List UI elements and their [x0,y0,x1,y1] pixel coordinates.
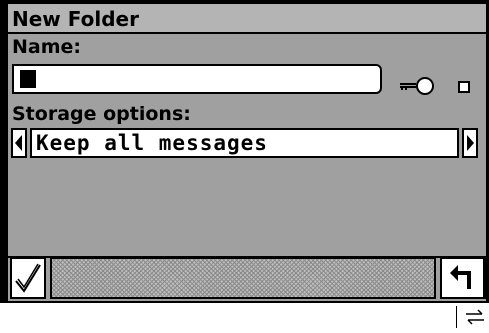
status-bar [0,301,489,333]
key-icon[interactable] [398,76,452,96]
toolbar-spacer [50,257,436,299]
name-input[interactable] [12,64,382,94]
password-checkbox[interactable] [458,81,470,93]
storage-options-value: Keep all messages [36,131,268,155]
triangle-left-icon [15,135,22,151]
storage-prev-button[interactable] [11,128,27,158]
sync-arrows-icon[interactable] [464,308,486,326]
text-cursor [20,70,36,88]
checkmark-icon [15,263,41,293]
storage-next-button[interactable] [462,128,478,158]
title-bar: New Folder [8,4,486,34]
ok-button[interactable] [10,257,46,299]
storage-options-select[interactable]: Keep all messages [30,128,459,158]
return-arrow-icon [450,265,471,289]
triangle-right-icon [467,135,474,151]
window-title: New Folder [12,7,139,31]
storage-options-label: Storage options: [12,103,191,125]
status-divider [456,306,457,328]
name-label: Name: [12,36,82,58]
window: New Folder Name: Storage options: Keep a… [0,0,489,333]
back-button[interactable] [440,257,486,299]
window-border-left [0,0,8,305]
